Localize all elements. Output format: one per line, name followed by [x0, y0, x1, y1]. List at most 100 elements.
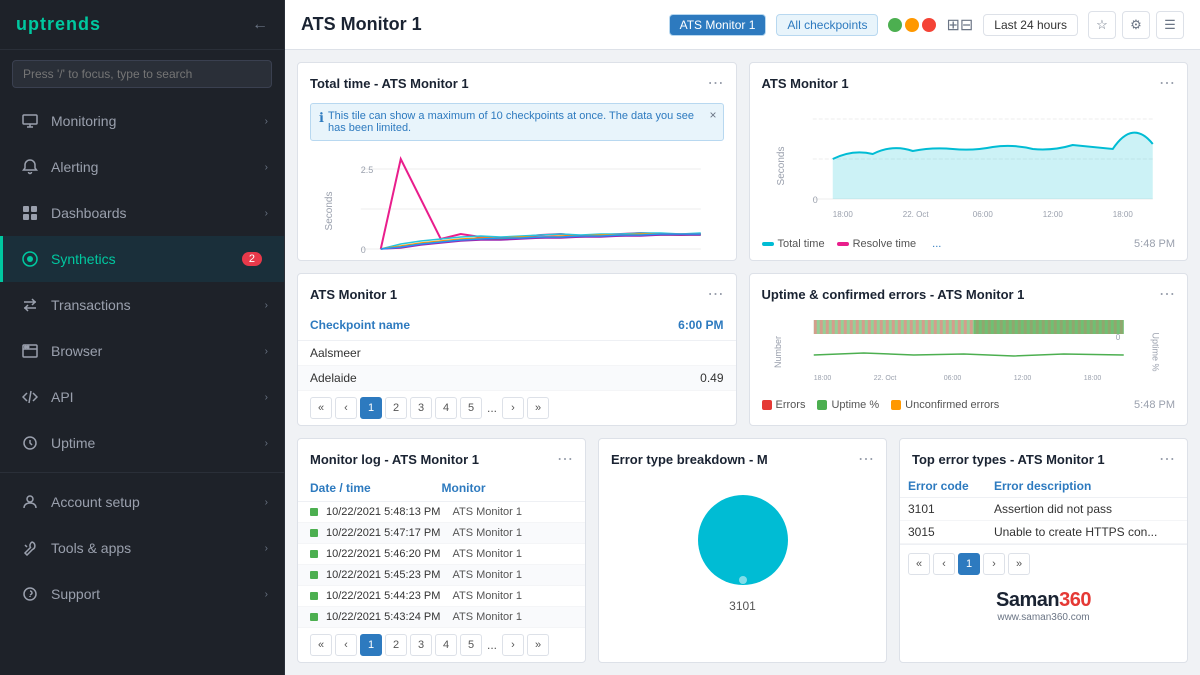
chevron-right-icon-transactions: ›	[265, 300, 268, 311]
error-code-2: 3015	[900, 521, 986, 544]
sidebar-item-monitoring[interactable]: Monitoring ›	[0, 98, 284, 144]
log-page-last[interactable]: »	[527, 634, 549, 656]
error-page-last[interactable]: »	[1008, 553, 1030, 575]
card-checkpoint-table-menu[interactable]: ⋯	[708, 284, 724, 304]
log-page-3[interactable]: 3	[410, 634, 432, 656]
log-status-5	[310, 592, 318, 600]
card-ats-chart: ATS Monitor 1 ⋯ Seconds 0 18:00	[749, 62, 1189, 261]
sidebar-nav: Monitoring › Alerting › Dashboards › Syn…	[0, 98, 284, 675]
page-2[interactable]: 2	[385, 397, 407, 419]
monitor-pill[interactable]: ATS Monitor 1	[669, 14, 767, 36]
card-total-time-menu[interactable]: ⋯	[708, 73, 724, 93]
log-page-2[interactable]: 2	[385, 634, 407, 656]
card-monitor-log-title: Monitor log - ATS Monitor 1	[310, 452, 479, 467]
legend-total-time: Total time	[762, 238, 825, 250]
log-monitor-1: ATS Monitor 1	[453, 506, 574, 518]
error-chart-area: 3101	[599, 475, 886, 623]
collapse-icon[interactable]: ←	[252, 16, 268, 34]
error-desc-1: Assertion did not pass	[986, 498, 1187, 521]
col-checkpoint-time: 6:00 PM	[678, 318, 723, 332]
person-icon	[19, 491, 41, 513]
status-dot-red	[922, 18, 936, 32]
chevron-right-icon-uptime: ›	[265, 438, 268, 449]
log-date-5: 10/22/2021 5:44:23 PM	[326, 590, 447, 602]
legend-unconfirmed: Unconfirmed errors	[891, 399, 999, 411]
sidebar-item-browser[interactable]: Browser ›	[0, 328, 284, 374]
legend-label-unconfirmed: Unconfirmed errors	[905, 399, 999, 411]
sidebar-item-transactions[interactable]: Transactions ›	[0, 282, 284, 328]
logo-text: uptrends	[16, 14, 101, 35]
sidebar-item-dashboards[interactable]: Dashboards ›	[0, 190, 284, 236]
svg-text:0: 0	[361, 245, 366, 255]
card-uptime-errors-menu[interactable]: ⋯	[1159, 284, 1175, 304]
error-page-first[interactable]: «	[908, 553, 930, 575]
svg-text:18:00: 18:00	[832, 210, 853, 219]
sidebar-item-alerting[interactable]: Alerting ›	[0, 144, 284, 190]
total-time-chart: 2.5 0 18:00 22. Oct 06	[338, 149, 724, 261]
sidebar-item-account-setup[interactable]: Account setup ›	[0, 479, 284, 525]
log-pagination: « ‹ 1 2 3 4 5 ... › »	[298, 628, 585, 662]
svg-text:12:00: 12:00	[1042, 210, 1063, 219]
ats-chart-timestamp: 5:48 PM	[1134, 238, 1175, 250]
gear-icon[interactable]: ⚙	[1122, 11, 1150, 39]
log-page-prev[interactable]: ‹	[335, 634, 357, 656]
svg-text:18:00: 18:00	[381, 260, 402, 261]
dashboard-grid: Total time - ATS Monitor 1 ⋯ ℹ This tile…	[285, 50, 1200, 675]
error-page-prev[interactable]: ‹	[933, 553, 955, 575]
page-1[interactable]: 1	[360, 397, 382, 419]
card-top-errors-body: Error code Error description 3101 Assert…	[900, 475, 1187, 662]
error-page-next[interactable]: ›	[983, 553, 1005, 575]
log-date-6: 10/22/2021 5:43:24 PM	[326, 611, 447, 623]
sidebar-item-synthetics[interactable]: Synthetics 2	[0, 236, 284, 282]
sidebar-item-uptime[interactable]: Uptime ›	[0, 420, 284, 466]
legend-color-uptime	[817, 400, 827, 410]
error-page-1[interactable]: 1	[958, 553, 980, 575]
sidebar-item-api[interactable]: API ›	[0, 374, 284, 420]
info-banner: ℹ This tile can show a maximum of 10 che…	[310, 103, 724, 141]
page-prev[interactable]: ‹	[335, 397, 357, 419]
log-status-4	[310, 571, 318, 579]
checkpoint-pill[interactable]: All checkpoints	[776, 14, 878, 36]
page-3[interactable]: 3	[410, 397, 432, 419]
log-page-first[interactable]: «	[310, 634, 332, 656]
card-checkpoint-table-header: ATS Monitor 1 ⋯	[298, 274, 736, 310]
sidebar-item-tools-apps[interactable]: Tools & apps ›	[0, 525, 284, 571]
card-top-errors-menu[interactable]: ⋯	[1159, 449, 1175, 469]
card-uptime-errors-body: Number Uptime %	[750, 310, 1188, 425]
card-error-breakdown: Error type breakdown - M ⋯ 3101	[598, 438, 887, 663]
sidebar-item-support[interactable]: Support ›	[0, 571, 284, 617]
log-status-6	[310, 613, 318, 621]
legend-label-resolve-time: Resolve time	[853, 238, 917, 250]
hamburger-icon[interactable]: ☰	[1156, 11, 1184, 39]
time-range-pill[interactable]: Last 24 hours	[983, 14, 1078, 36]
log-status-1	[310, 508, 318, 516]
ats-chart-legend: Total time Resolve time ... 5:48 PM	[762, 232, 1176, 256]
log-page-5[interactable]: 5	[460, 634, 482, 656]
page-last[interactable]: »	[527, 397, 549, 419]
log-row: 10/22/2021 5:48:13 PM ATS Monitor 1	[298, 502, 585, 523]
sidebar-item-label-api: API	[51, 389, 265, 405]
close-icon[interactable]: ×	[709, 108, 716, 122]
log-page-1[interactable]: 1	[360, 634, 382, 656]
y-axis-label-total-time: Seconds	[324, 191, 335, 230]
page-first[interactable]: «	[310, 397, 332, 419]
card-error-breakdown-menu[interactable]: ⋯	[858, 449, 874, 469]
page-5[interactable]: 5	[460, 397, 482, 419]
error-types-table: Error code Error description 3101 Assert…	[900, 475, 1187, 544]
view-toggle-icon[interactable]: ⊞⊟	[946, 15, 973, 35]
card-monitor-log-menu[interactable]: ⋯	[557, 449, 573, 469]
page-4[interactable]: 4	[435, 397, 457, 419]
chevron-right-icon-dashboards: ›	[265, 208, 268, 219]
page-next[interactable]: ›	[502, 397, 524, 419]
log-date-3: 10/22/2021 5:46:20 PM	[326, 548, 447, 560]
nav-divider	[0, 472, 284, 473]
search-input[interactable]	[12, 60, 272, 88]
svg-text:18:00: 18:00	[1083, 375, 1101, 382]
error-desc-2: Unable to create HTTPS con...	[986, 521, 1187, 544]
log-page-4[interactable]: 4	[435, 634, 457, 656]
legend-more-ats[interactable]: ...	[932, 238, 941, 250]
star-icon[interactable]: ☆	[1088, 11, 1116, 39]
log-page-next[interactable]: ›	[502, 634, 524, 656]
card-ats-chart-menu[interactable]: ⋯	[1159, 73, 1175, 93]
col-checkpoint-name: Checkpoint name	[310, 318, 678, 332]
